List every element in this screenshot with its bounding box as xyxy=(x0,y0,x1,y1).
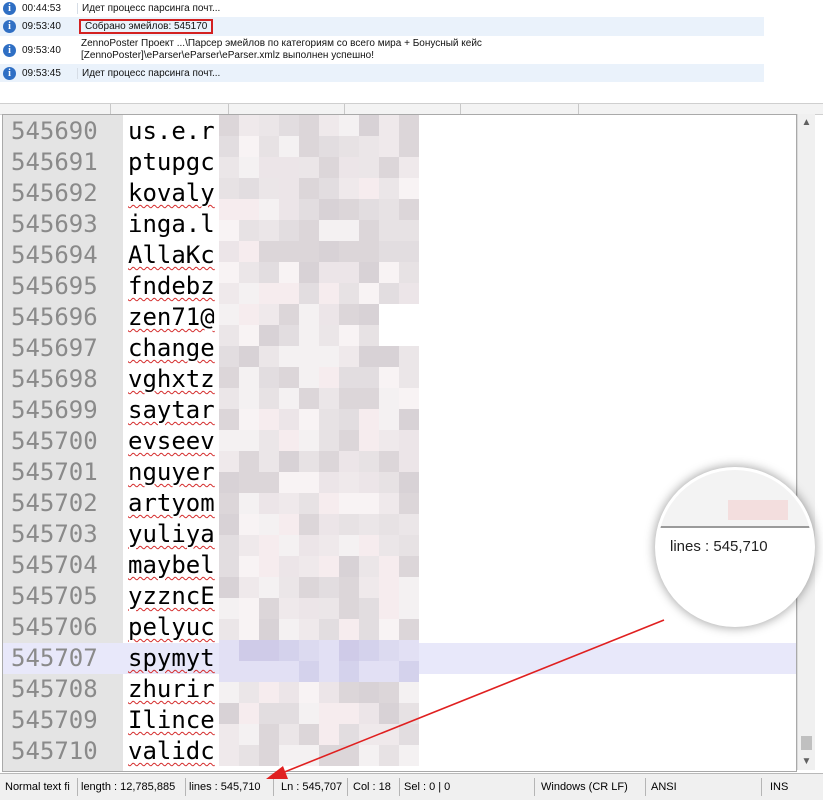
callout-arrow xyxy=(266,619,665,779)
arrow-head xyxy=(266,766,288,779)
arrow-line xyxy=(281,619,665,774)
